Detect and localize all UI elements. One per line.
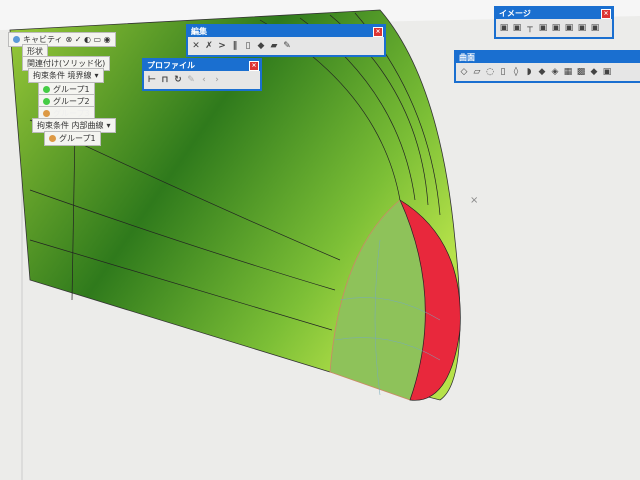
image-icon[interactable]: ▣: [499, 23, 509, 33]
tree-item[interactable]: 拘束条件 境界線 ▾: [28, 68, 104, 83]
toolbar-circle-icons: ⊗ ✓ ◐ ▭ ◉: [65, 35, 111, 44]
toolbar-image: イメージ × ▣ ▣ ┬ ▣ ▣ ▣ ▣ ▣: [494, 6, 614, 39]
rotate-icon[interactable]: ↻: [173, 75, 183, 85]
surface-icon[interactable]: ◆: [537, 67, 547, 77]
toolbar-surface: 曲面 ◇ ▱ ◌ ▯ ◊ ◗ ◆ ◈ ▦ ▩ ◆ ▣: [454, 50, 640, 83]
cursor-marker: ×: [470, 195, 478, 206]
trim-icon[interactable]: ✗: [204, 41, 214, 51]
surface-icon[interactable]: ▯: [498, 67, 508, 77]
group-icon: [43, 110, 50, 117]
close-icon[interactable]: ×: [373, 27, 383, 37]
surface-icon[interactable]: ▱: [472, 67, 482, 77]
chevron-down-icon[interactable]: ▾: [107, 121, 111, 130]
next-icon[interactable]: ›: [212, 75, 222, 85]
group-icon: [43, 98, 50, 105]
close-icon[interactable]: ×: [249, 61, 259, 71]
surface-icon[interactable]: ▩: [576, 67, 586, 77]
copy-icon[interactable]: ▯: [243, 41, 253, 51]
image-icon[interactable]: ▣: [512, 23, 522, 33]
tree-item[interactable]: グループ1: [44, 131, 101, 146]
surface-icon[interactable]: ▦: [563, 67, 573, 77]
dimension-icon[interactable]: ⊓: [160, 75, 170, 85]
surface-icon[interactable]: ◗: [524, 67, 534, 77]
pen-icon[interactable]: ✎: [282, 41, 292, 51]
surface-icon[interactable]: ◊: [511, 67, 521, 77]
surface-icon[interactable]: ◆: [589, 67, 599, 77]
image-icon[interactable]: ▣: [564, 23, 574, 33]
close-icon[interactable]: ×: [601, 9, 611, 19]
image-icon[interactable]: ▣: [577, 23, 587, 33]
image-icon[interactable]: ▣: [551, 23, 561, 33]
toolbar-edit: 編集 × ✕ ✗ > ∥ ▯ ◆ ▰ ✎: [186, 24, 386, 57]
cut-icon[interactable]: ✕: [191, 41, 201, 51]
eraser-icon[interactable]: ▰: [269, 41, 279, 51]
line-icon[interactable]: ⊢: [147, 75, 157, 85]
cavity-icon: [13, 36, 20, 43]
paint-icon[interactable]: ◆: [256, 41, 266, 51]
surface-icon[interactable]: ◌: [485, 67, 495, 77]
toolbar-profile: プロファイル × ⊢ ⊓ ↻ ✎ ‹ ›: [142, 58, 262, 91]
image-icon[interactable]: ┬: [525, 23, 535, 33]
arrow-icon[interactable]: >: [217, 41, 227, 51]
surface-icon[interactable]: ▣: [602, 67, 612, 77]
parallel-icon[interactable]: ∥: [230, 41, 240, 51]
surface-icon[interactable]: ◇: [459, 67, 469, 77]
image-icon[interactable]: ▣: [538, 23, 548, 33]
group-icon: [49, 135, 56, 142]
prev-icon[interactable]: ‹: [199, 75, 209, 85]
edit-icon[interactable]: ✎: [186, 75, 196, 85]
image-icon[interactable]: ▣: [590, 23, 600, 33]
surface-icon[interactable]: ◈: [550, 67, 560, 77]
chevron-down-icon[interactable]: ▾: [95, 71, 99, 80]
group-icon: [43, 86, 50, 93]
